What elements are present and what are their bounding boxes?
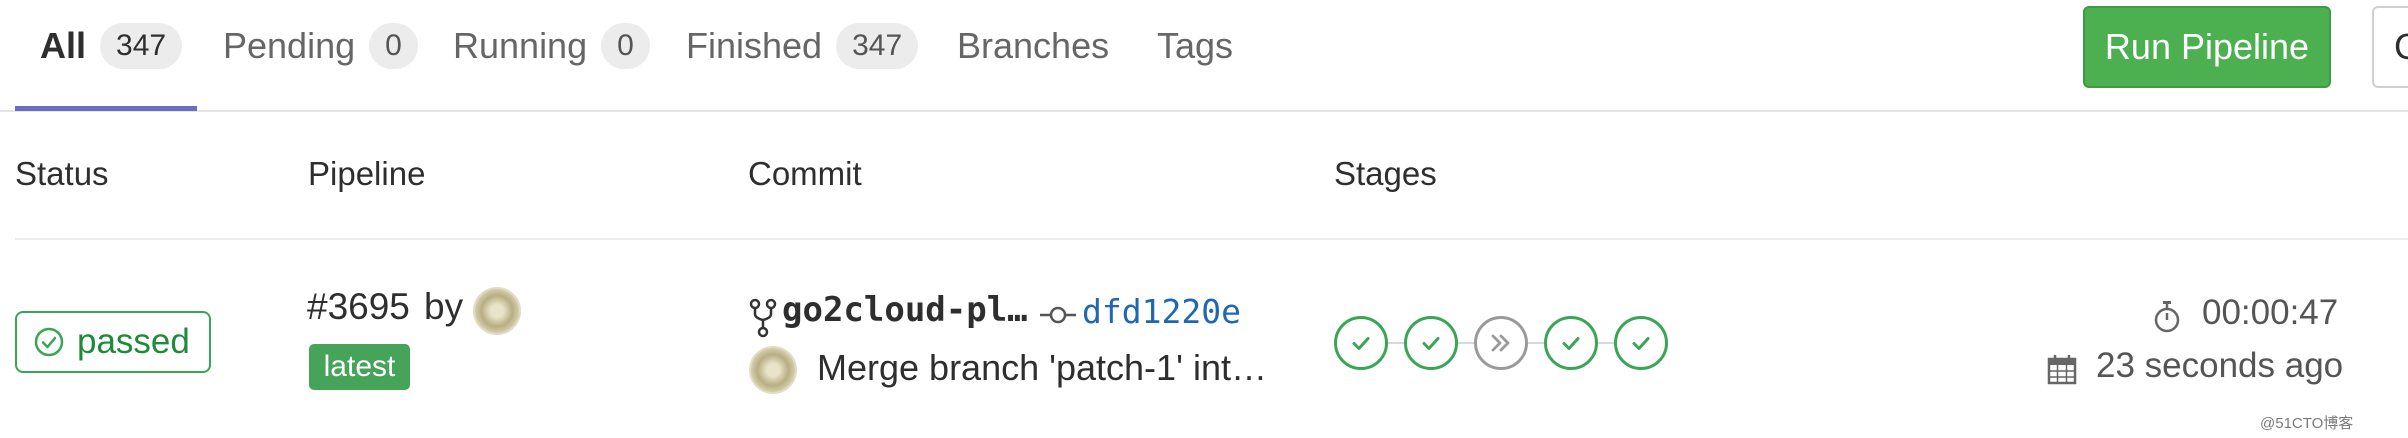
column-header-commit: Commit bbox=[748, 155, 862, 192]
stage-4-success[interactable] bbox=[1544, 316, 1598, 370]
tab-all-label: All bbox=[40, 25, 87, 66]
check-icon bbox=[1562, 337, 1580, 350]
run-pipeline-button[interactable]: Run Pipeline bbox=[2083, 6, 2331, 88]
column-header-pipeline: Pipeline bbox=[308, 155, 426, 192]
fork-icon bbox=[749, 298, 777, 338]
active-tab-indicator bbox=[15, 106, 197, 111]
branch-link[interactable]: go2cloud-pl… bbox=[782, 290, 1028, 330]
check-icon bbox=[1422, 337, 1440, 350]
commit-sha-link[interactable]: dfd1220e bbox=[1082, 292, 1241, 331]
clear-runner-caches-button[interactable]: C bbox=[2372, 6, 2408, 88]
tab-running[interactable]: Running 0 bbox=[453, 18, 650, 74]
tab-pending-count: 0 bbox=[369, 23, 418, 69]
tab-pending[interactable]: Pending 0 bbox=[223, 18, 418, 74]
check-icon bbox=[1352, 337, 1370, 350]
tab-branches-label: Branches bbox=[957, 25, 1110, 66]
column-header-stages: Stages bbox=[1334, 155, 1437, 192]
header-divider bbox=[15, 238, 2408, 240]
tab-all-count: 347 bbox=[100, 23, 183, 69]
tab-branches[interactable]: Branches bbox=[957, 18, 1109, 74]
watermark: @51CTO博客 bbox=[2260, 415, 2354, 432]
tab-finished-count: 347 bbox=[836, 23, 919, 69]
pipeline-finished-time: 23 seconds ago bbox=[2096, 346, 2344, 385]
tab-finished[interactable]: Finished 347 bbox=[686, 18, 919, 74]
tab-finished-label: Finished bbox=[686, 25, 823, 66]
stage-5-success[interactable] bbox=[1614, 316, 1668, 370]
pipeline-duration: 00:00:47 bbox=[2202, 293, 2339, 332]
avatar[interactable] bbox=[473, 287, 521, 335]
status-label: passed bbox=[77, 322, 190, 361]
stage-3-skipped[interactable] bbox=[1474, 316, 1528, 370]
tab-running-count: 0 bbox=[601, 23, 650, 69]
tab-tags-label: Tags bbox=[1157, 25, 1234, 66]
tab-pending-label: Pending bbox=[223, 25, 356, 66]
timer-icon bbox=[2154, 301, 2180, 333]
pipeline-by-label: by bbox=[424, 286, 464, 327]
tab-all[interactable]: All 347 bbox=[40, 18, 183, 74]
pipeline-tabs: All 347 Pending 0 Running 0 Finished 347… bbox=[0, 0, 2408, 112]
tab-tags[interactable]: Tags bbox=[1157, 18, 1233, 74]
stage-1-success[interactable] bbox=[1334, 316, 1388, 370]
commit-author-avatar[interactable] bbox=[749, 346, 797, 394]
commit-message-link[interactable]: Merge branch 'patch-1' int… bbox=[817, 347, 1267, 389]
column-header-status: Status bbox=[15, 155, 109, 192]
pipeline-id-link[interactable]: #3695 bbox=[307, 286, 410, 328]
stage-2-success[interactable] bbox=[1404, 316, 1458, 370]
latest-badge: latest bbox=[309, 344, 410, 390]
check-circle-icon bbox=[34, 327, 64, 357]
double-chevron-right-icon bbox=[1491, 334, 1510, 352]
check-icon bbox=[1632, 337, 1650, 350]
calendar-icon bbox=[2047, 355, 2077, 385]
tab-running-label: Running bbox=[453, 25, 588, 66]
commit-icon bbox=[1040, 306, 1076, 324]
status-badge[interactable]: passed bbox=[15, 311, 211, 373]
